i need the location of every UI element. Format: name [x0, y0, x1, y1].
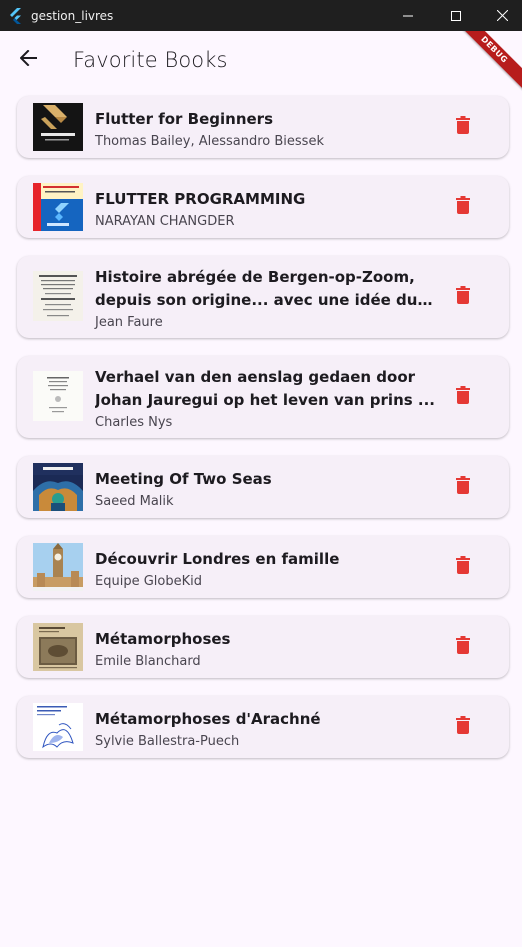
book-list-item[interactable]: Flutter for Beginners Thomas Bailey, Ale… — [17, 96, 509, 158]
book-list-item[interactable]: Métamorphoses Emile Blanchard — [17, 616, 509, 678]
book-author: Thomas Bailey, Alessandro Biessek — [95, 134, 324, 149]
book-author: Emile Blanchard — [95, 654, 201, 669]
trash-icon — [456, 555, 470, 579]
close-icon — [496, 10, 508, 21]
book-title: Histoire abrégée de Bergen-op-Zoom, depu… — [95, 268, 418, 309]
trash-icon — [456, 195, 470, 219]
book-title: Découvrir Londres en famille — [95, 550, 340, 568]
book-cover-verhael — [33, 371, 83, 421]
flutter-logo-icon — [9, 8, 23, 24]
book-list-item[interactable]: Découvrir Londres en famille Equipe Glob… — [17, 536, 509, 598]
window-titlebar: gestion_livres — [0, 0, 522, 31]
book-list-item[interactable]: Métamorphoses d'Arachné Sylvie Ballestra… — [17, 696, 509, 758]
app-bar: Favorite Books — [0, 31, 522, 89]
delete-button[interactable] — [451, 635, 475, 659]
book-title: FLUTTER PROGRAMMING — [95, 190, 306, 208]
book-list-item[interactable]: Histoire abrégée de Bergen-op-Zoom, depu… — [17, 256, 509, 338]
trash-icon — [456, 475, 470, 499]
delete-button[interactable] — [451, 385, 475, 409]
debug-banner: DEBUG — [462, 31, 522, 91]
back-button[interactable] — [12, 43, 46, 77]
delete-button[interactable] — [451, 285, 475, 309]
arrow-left-icon — [19, 49, 38, 71]
trash-icon — [456, 115, 470, 139]
trash-icon — [456, 715, 470, 739]
book-cover-flutter-for-beginners — [33, 103, 83, 151]
delete-button[interactable] — [451, 115, 475, 139]
minimize-button[interactable] — [385, 0, 431, 31]
book-cover-arachne — [33, 703, 83, 751]
book-cover-histoire-bergen — [33, 271, 83, 321]
book-list-item[interactable]: Meeting Of Two Seas Saeed Malik — [17, 456, 509, 518]
maximize-icon — [451, 10, 461, 21]
book-cover-metamorphoses — [33, 623, 83, 671]
window-title: gestion_livres — [31, 9, 114, 23]
close-window-button[interactable] — [479, 0, 522, 31]
book-cover-meeting-of-two-seas — [33, 463, 83, 511]
book-list-item[interactable]: Verhael van den aenslag gedaen door Joha… — [17, 356, 509, 438]
book-cover-flutter-programming — [33, 183, 83, 231]
book-title: Meeting Of Two Seas — [95, 470, 272, 488]
book-cover-londres — [33, 543, 83, 591]
trash-icon — [456, 385, 470, 409]
delete-button[interactable] — [451, 555, 475, 579]
book-author: Sylvie Ballestra-Puech — [95, 734, 240, 749]
book-title: Métamorphoses — [95, 630, 231, 648]
book-title: Métamorphoses d'Arachné — [95, 710, 321, 728]
minimize-icon — [403, 11, 413, 21]
delete-button[interactable] — [451, 475, 475, 499]
book-title: Flutter for Beginners — [95, 110, 273, 128]
book-author: Saeed Malik — [95, 494, 174, 509]
book-author: Charles Nys — [95, 415, 173, 430]
delete-button[interactable] — [451, 195, 475, 219]
page-title: Favorite Books — [73, 48, 228, 72]
book-author: Equipe GlobeKid — [95, 574, 202, 589]
maximize-button[interactable] — [433, 0, 479, 31]
delete-button[interactable] — [451, 715, 475, 739]
book-author: NARAYAN CHANGDER — [95, 214, 235, 229]
book-author: Jean Faure — [95, 315, 163, 330]
trash-icon — [456, 285, 470, 309]
book-list-item[interactable]: FLUTTER PROGRAMMING NARAYAN CHANGDER — [17, 176, 509, 238]
book-title: Verhael van den aenslag gedaen door Joha… — [95, 368, 435, 409]
trash-icon — [456, 635, 470, 659]
